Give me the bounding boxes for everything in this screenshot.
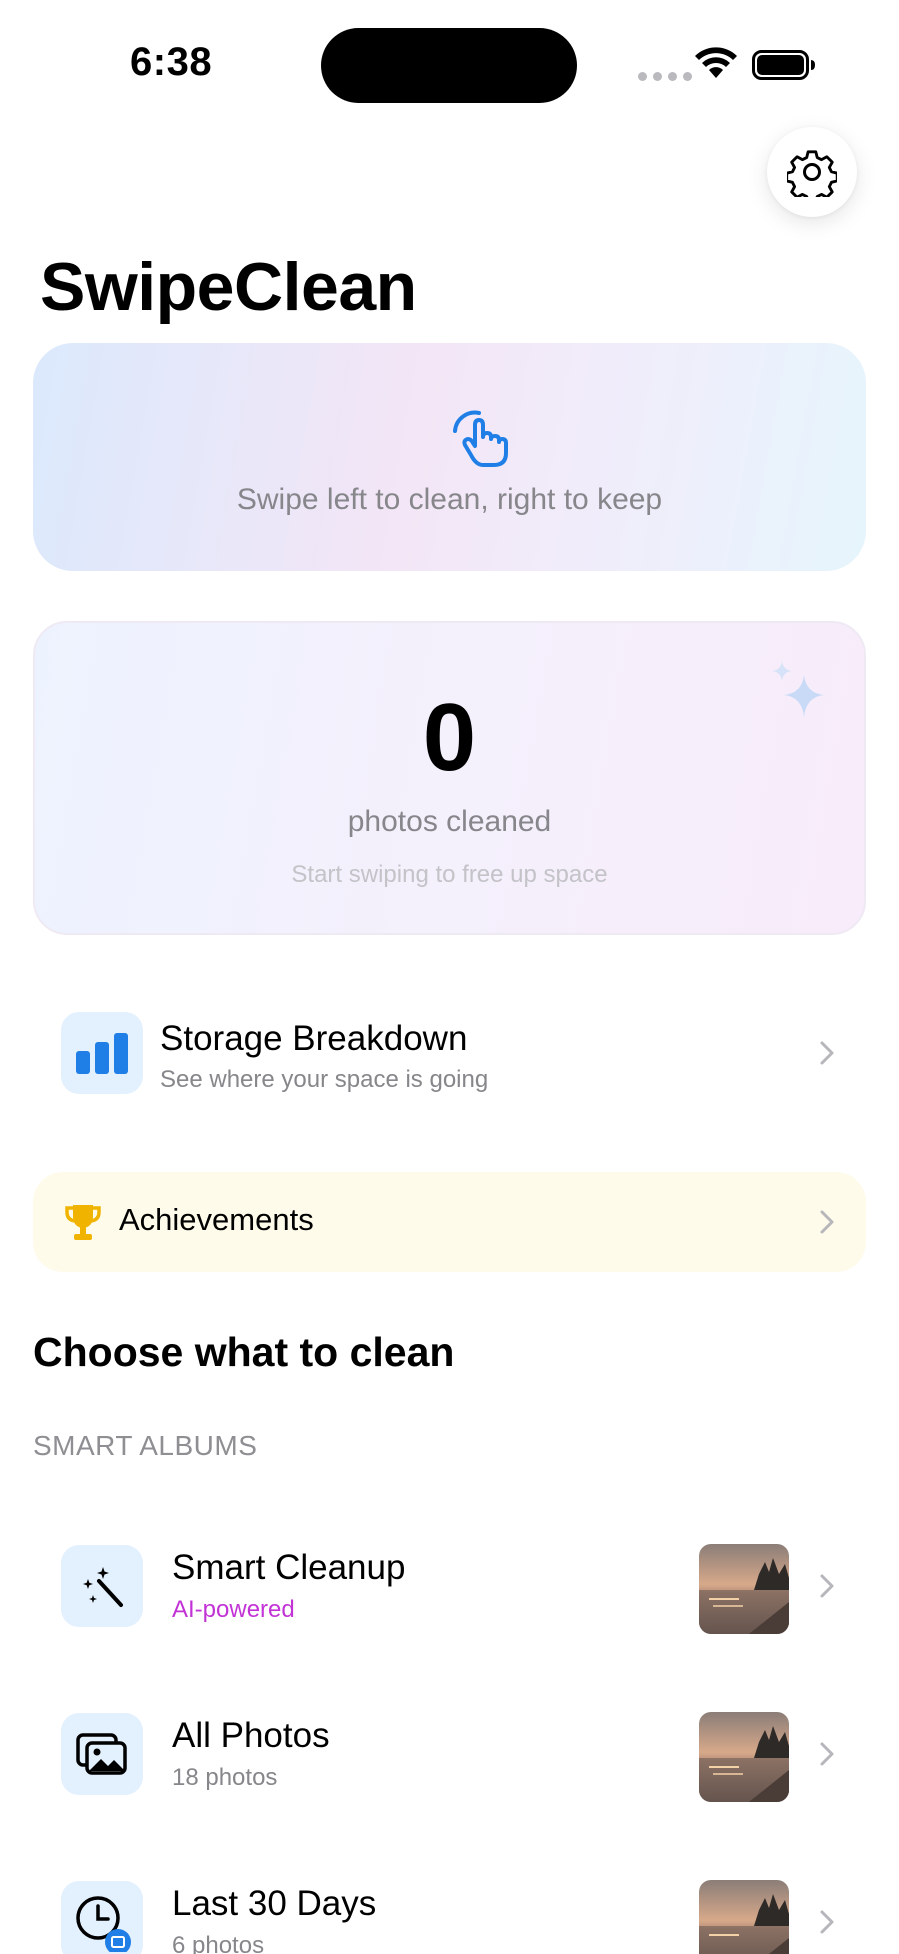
- achievements-row[interactable]: Achievements: [33, 1172, 866, 1272]
- battery-icon: [752, 50, 815, 80]
- app-title: SwipeClean: [40, 249, 417, 325]
- album-title: All Photos: [172, 1716, 330, 1755]
- photos-cleaned-count: 0: [422, 684, 477, 791]
- photos-cleaned-card: 0 photos cleaned Start swiping to free u…: [33, 621, 866, 935]
- album-thumbnail: [699, 1880, 789, 1954]
- magic-wand-icon: [83, 1567, 123, 1607]
- storage-icon-tile: [61, 1012, 143, 1094]
- status-time: 6:38: [130, 40, 213, 84]
- chevron-right-icon: [820, 1041, 834, 1065]
- album-row-all-photos[interactable]: All Photos 18 photos: [33, 1686, 866, 1821]
- album-row-last-30-days[interactable]: Last 30 Days 6 photos: [33, 1854, 866, 1954]
- cellular-signal-icon: [638, 72, 692, 81]
- dynamic-island: [321, 28, 577, 103]
- clock-icon: [76, 1896, 131, 1952]
- album-count: 6 photos: [172, 1932, 265, 1954]
- trophy-icon: [65, 1205, 101, 1240]
- smart-albums-header: SMART ALBUMS: [33, 1430, 258, 1461]
- storage-breakdown-subtitle: See where your space is going: [160, 1066, 489, 1093]
- hand-tap-icon: [453, 410, 508, 467]
- album-icon-tile: [61, 1713, 143, 1795]
- album-icon-tile: [61, 1545, 143, 1627]
- chevron-right-icon: [820, 1910, 834, 1934]
- album-icon-tile: [61, 1881, 143, 1954]
- album-title: Smart Cleanup: [172, 1548, 406, 1587]
- sunset-lake-thumbnail: [699, 1712, 789, 1802]
- chevron-right-icon: [820, 1742, 834, 1766]
- bar-chart-icon: [76, 1033, 128, 1074]
- album-thumbnail: [699, 1544, 789, 1634]
- swipe-hint-text: Swipe left to clean, right to keep: [236, 483, 663, 516]
- album-count: 18 photos: [172, 1764, 278, 1791]
- section-title: Choose what to clean: [33, 1329, 455, 1375]
- photos-icon: [76, 1733, 127, 1775]
- chevron-right-icon: [820, 1210, 834, 1234]
- album-row-smart-cleanup[interactable]: Smart Cleanup AI-powered: [33, 1518, 866, 1653]
- sunset-lake-thumbnail: [699, 1544, 789, 1634]
- photos-cleaned-subtitle: Start swiping to free up space: [291, 861, 608, 888]
- album-thumbnail: [699, 1712, 789, 1802]
- status-bar: 6:38: [0, 0, 899, 120]
- chevron-right-icon: [820, 1574, 834, 1598]
- achievements-title: Achievements: [119, 1202, 314, 1237]
- photos-cleaned-label: photos cleaned: [347, 805, 552, 838]
- storage-breakdown-row[interactable]: Storage Breakdown See where your space i…: [33, 985, 866, 1120]
- home-screen: 6:38 SwipeClean Swipe left to clean, rig…: [0, 0, 899, 1954]
- ai-powered-label: AI-powered: [172, 1596, 295, 1623]
- sunset-lake-thumbnail: [699, 1880, 789, 1954]
- settings-button[interactable]: [767, 127, 857, 217]
- gear-icon: [787, 150, 837, 197]
- wifi-icon: [695, 47, 737, 78]
- swipe-hint-card: Swipe left to clean, right to keep: [33, 343, 866, 571]
- album-title: Last 30 Days: [172, 1884, 377, 1923]
- storage-breakdown-title: Storage Breakdown: [160, 1019, 468, 1058]
